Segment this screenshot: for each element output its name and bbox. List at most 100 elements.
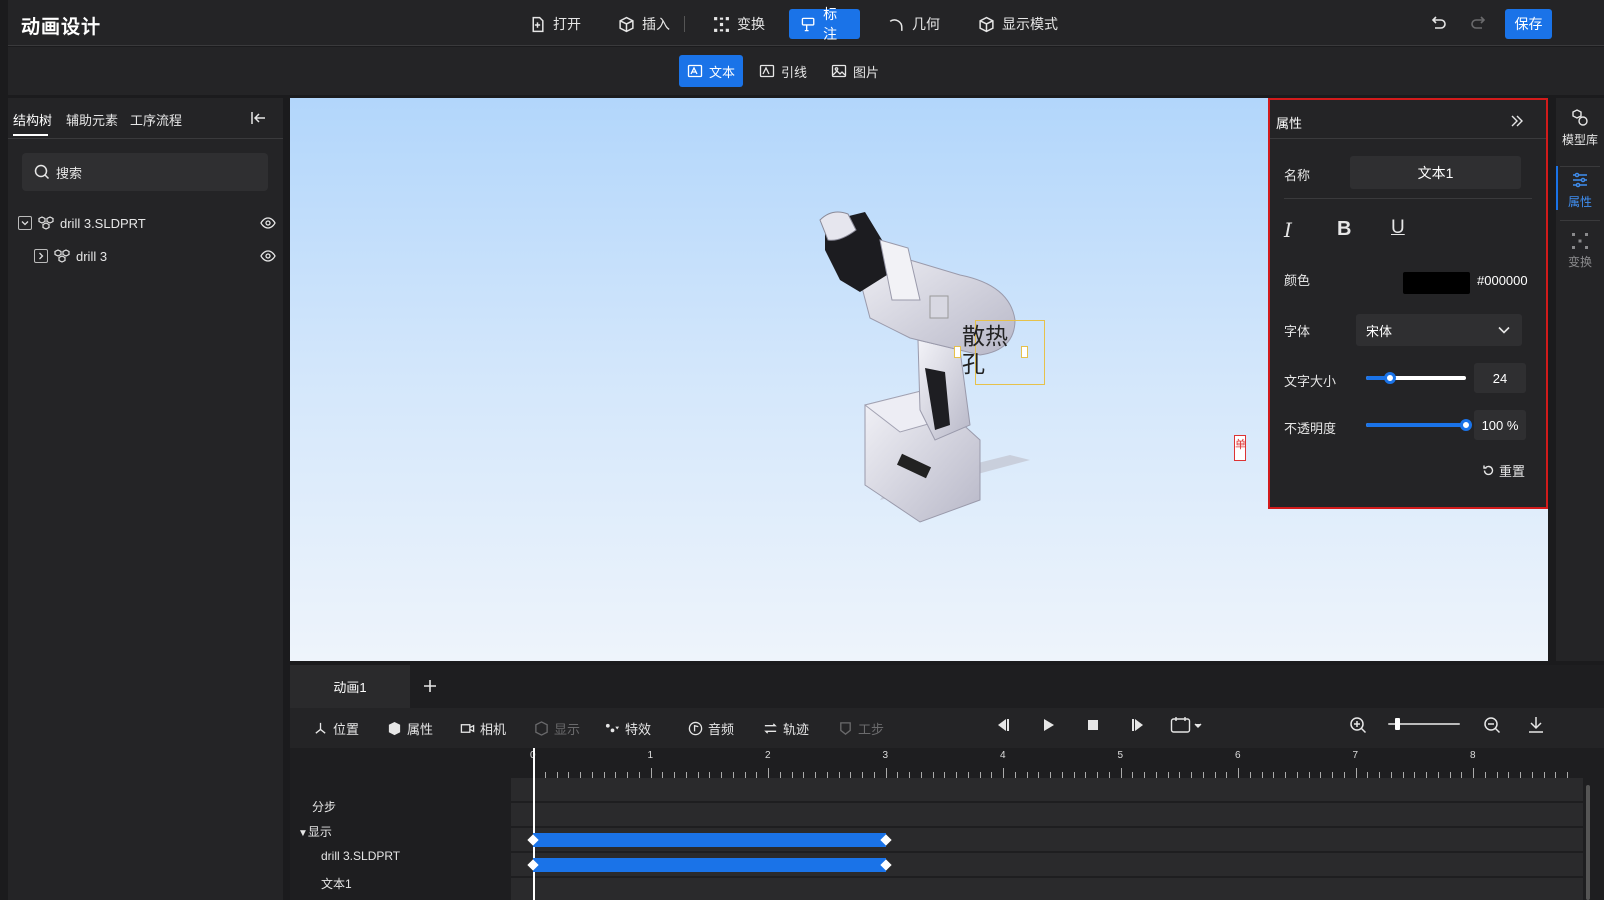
save-button[interactable]: 保存	[1505, 9, 1552, 39]
track-row[interactable]	[511, 803, 1583, 826]
track-row[interactable]	[511, 878, 1583, 900]
expand-toggle[interactable]	[18, 216, 32, 230]
track-tool[interactable]: 轨迹	[763, 719, 809, 738]
resize-handle-right[interactable]	[1021, 346, 1028, 358]
sub-toolbar: 文本 引线 图片	[8, 47, 1604, 95]
annotation-text[interactable]: 散热孔	[962, 323, 1022, 379]
tab-auxiliary-elements[interactable]: 辅助元素	[66, 110, 118, 129]
italic-button[interactable]: I	[1284, 218, 1292, 242]
track-row[interactable]	[511, 778, 1583, 801]
visibility-eye-icon[interactable]	[260, 216, 276, 230]
rail-properties[interactable]: 属性	[1556, 170, 1604, 210]
undo-icon	[1431, 16, 1446, 29]
row-group-display[interactable]: ▼显示	[298, 823, 332, 840]
insert-button[interactable]: 插入	[606, 9, 682, 39]
reset-button[interactable]: 重置	[1482, 461, 1525, 480]
name-input[interactable]: 文本1	[1350, 156, 1521, 189]
display-tool: 显示	[534, 719, 580, 738]
tree-item-label: drill 3.SLDPRT	[60, 215, 146, 231]
step-forward-icon	[1132, 719, 1143, 731]
leader-tool-button[interactable]: 引线	[751, 55, 815, 87]
speed-icon	[1170, 717, 1202, 733]
effects-icon	[605, 723, 620, 733]
open-button[interactable]: 打开	[517, 9, 593, 39]
text-tool-label: 文本	[709, 64, 736, 80]
underline-button[interactable]: U	[1391, 217, 1405, 239]
keyframe-bar[interactable]	[533, 858, 886, 872]
add-animation-button[interactable]	[423, 675, 437, 697]
camera-tool[interactable]: 相机	[460, 719, 506, 738]
position-tool[interactable]: 位置	[313, 719, 359, 738]
zoom-slider-handle[interactable]	[1395, 718, 1401, 730]
file-open-icon	[532, 16, 544, 32]
speed-dropdown[interactable]	[1170, 715, 1204, 738]
annotation-button[interactable]: 标注	[789, 6, 860, 42]
collapse-left-icon	[251, 112, 265, 124]
annotation-label: 标注	[823, 6, 838, 42]
leader-icon	[759, 64, 775, 78]
property-tool[interactable]: 属性	[387, 719, 433, 738]
cube-insert-icon	[619, 16, 634, 32]
keyframe-bar[interactable]	[533, 833, 886, 847]
font-select[interactable]: 宋体	[1356, 314, 1522, 346]
expand-toggle[interactable]	[34, 249, 48, 263]
tree-item-drill[interactable]: drill 3	[34, 244, 278, 268]
color-label: 颜色	[1284, 273, 1311, 288]
time-ruler[interactable]: 012345678	[511, 748, 1583, 778]
ruler-tick	[768, 768, 769, 778]
size-slider-handle[interactable]	[1384, 372, 1396, 384]
text-tool-button[interactable]: 文本	[679, 55, 743, 87]
tab-process-flow[interactable]: 工序流程	[130, 110, 182, 129]
color-swatch[interactable]	[1403, 272, 1470, 294]
rail-divider	[1560, 166, 1600, 167]
rail-label: 变换	[1567, 255, 1592, 269]
rail-transform[interactable]: 变换	[1556, 232, 1604, 270]
search-input[interactable]: 搜索	[22, 153, 268, 191]
left-panel: 结构树 辅助元素 工序流程 搜索 drill 3.SLDPRT drill 3	[8, 98, 283, 900]
zoom-in-icon	[1350, 717, 1367, 734]
tab-structure-tree[interactable]: 结构树	[13, 110, 52, 129]
undo-button[interactable]	[1428, 14, 1448, 37]
open-label: 打开	[553, 16, 581, 32]
reset-icon	[1483, 465, 1494, 476]
display-icon	[535, 721, 548, 736]
resize-handle-left[interactable]	[954, 346, 961, 358]
animation-tab[interactable]: 动画1	[290, 665, 410, 708]
audio-tool[interactable]: 音频	[688, 719, 734, 738]
zoom-out-button[interactable]	[1483, 716, 1501, 737]
app-root: 动画设计 打开 插入 变换 标注 几何 显示模式 保存 文本 引线 图片 结构树…	[0, 0, 1604, 900]
model-library-icon	[1572, 109, 1588, 126]
ruler-tick-label: 4	[1000, 750, 1006, 761]
zoom-in-button[interactable]	[1349, 716, 1367, 737]
step-tool: 工步	[838, 719, 884, 738]
playhead[interactable]	[533, 748, 535, 900]
color-hex-value[interactable]: #000000	[1477, 273, 1528, 288]
next-frame-button[interactable]	[1130, 717, 1146, 736]
effects-tool[interactable]: 特效	[605, 719, 651, 738]
visibility-eye-icon[interactable]	[260, 249, 276, 263]
tree-item-drill-sldprt[interactable]: drill 3.SLDPRT	[18, 211, 278, 235]
collapse-panel-button[interactable]	[250, 110, 268, 129]
timeline-scrollbar[interactable]	[1586, 785, 1590, 900]
opacity-slider-handle[interactable]	[1460, 419, 1472, 431]
stop-button[interactable]	[1085, 717, 1101, 736]
geometry-button[interactable]: 几何	[876, 9, 952, 39]
size-input[interactable]: 24	[1474, 363, 1526, 393]
opacity-label: 不透明度	[1284, 421, 1337, 436]
display-mode-icon	[979, 16, 994, 32]
opacity-input[interactable]: 100 %	[1474, 410, 1526, 440]
rail-model-library[interactable]: 模型库	[1556, 108, 1604, 148]
transform-button[interactable]: 变换	[701, 9, 777, 39]
bold-button[interactable]: B	[1337, 218, 1351, 241]
stop-icon	[1088, 720, 1098, 730]
image-tool-button[interactable]: 图片	[823, 55, 887, 87]
redo-button[interactable]	[1469, 14, 1489, 37]
collapse-properties-button[interactable]	[1510, 114, 1524, 131]
display-mode-button[interactable]: 显示模式	[966, 9, 1070, 39]
prev-frame-button[interactable]	[995, 717, 1011, 736]
caret-down-icon: ▼	[298, 828, 308, 839]
play-button[interactable]	[1040, 717, 1056, 736]
download-button[interactable]	[1528, 716, 1544, 737]
text-icon	[687, 64, 703, 78]
name-label: 名称	[1284, 168, 1311, 183]
